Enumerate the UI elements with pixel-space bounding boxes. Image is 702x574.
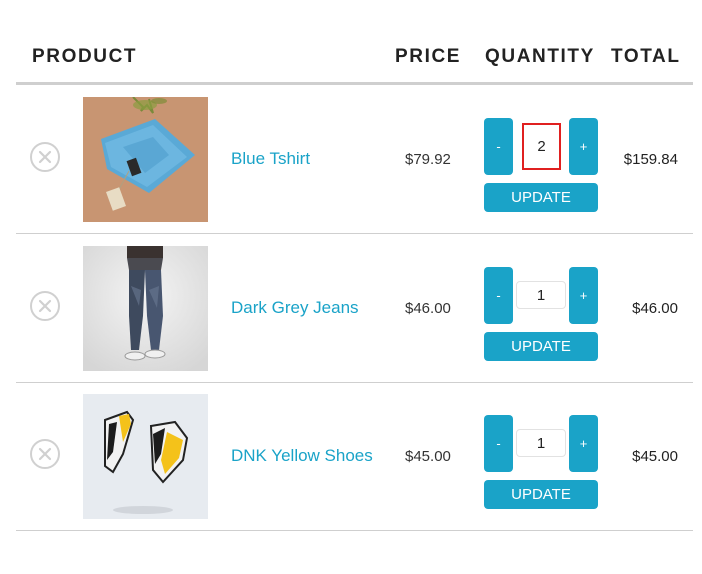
product-image-dark-grey-jeans[interactable] xyxy=(83,246,208,371)
header-product: PRODUCT xyxy=(32,46,138,67)
line-total: $159.84 xyxy=(623,151,678,168)
close-circle-icon xyxy=(38,150,52,164)
remove-item-button[interactable] xyxy=(30,439,60,469)
quantity-input[interactable] xyxy=(516,281,566,309)
product-image-dnk-yellow-shoes[interactable] xyxy=(83,394,208,519)
update-button[interactable]: UPDATE xyxy=(484,332,598,361)
header-total: TOTAL xyxy=(611,46,681,67)
unit-price: $46.00 xyxy=(405,300,451,317)
cart-table: PRODUCT PRICE QUANTITY TOTAL Blue Tshirt… xyxy=(0,0,702,574)
product-link[interactable]: DNK Yellow Shoes xyxy=(231,446,373,466)
update-button[interactable]: UPDATE xyxy=(484,183,598,212)
product-link[interactable]: Blue Tshirt xyxy=(231,149,310,169)
quantity-input[interactable] xyxy=(522,123,561,170)
cart-row-dark-grey-jeans: Dark Grey Jeans $46.00 - + UPDATE $46.00 xyxy=(16,234,693,383)
update-button[interactable]: UPDATE xyxy=(484,480,598,509)
line-total: $46.00 xyxy=(632,300,678,317)
unit-price: $79.92 xyxy=(405,151,451,168)
decrease-quantity-button[interactable]: - xyxy=(484,415,513,472)
close-circle-icon xyxy=(38,299,52,313)
cart-header: PRODUCT PRICE QUANTITY TOTAL xyxy=(0,38,702,84)
header-quantity: QUANTITY xyxy=(485,46,595,67)
increase-quantity-button[interactable]: + xyxy=(569,118,598,175)
decrease-quantity-button[interactable]: - xyxy=(484,267,513,324)
header-price: PRICE xyxy=(395,46,462,67)
remove-item-button[interactable] xyxy=(30,291,60,321)
decrease-quantity-button[interactable]: - xyxy=(484,118,513,175)
increase-quantity-button[interactable]: + xyxy=(569,415,598,472)
remove-item-button[interactable] xyxy=(30,142,60,172)
increase-quantity-button[interactable]: + xyxy=(569,267,598,324)
product-image-blue-tshirt[interactable] xyxy=(83,97,208,222)
product-link[interactable]: Dark Grey Jeans xyxy=(231,298,359,318)
unit-price: $45.00 xyxy=(405,448,451,465)
cart-row-dnk-yellow-shoes: DNK Yellow Shoes $45.00 - + UPDATE $45.0… xyxy=(16,382,693,531)
line-total: $45.00 xyxy=(632,448,678,465)
quantity-input[interactable] xyxy=(516,429,566,457)
cart-row-blue-tshirt: Blue Tshirt $79.92 - + UPDATE $159.84 xyxy=(16,85,693,234)
close-circle-icon xyxy=(38,447,52,461)
